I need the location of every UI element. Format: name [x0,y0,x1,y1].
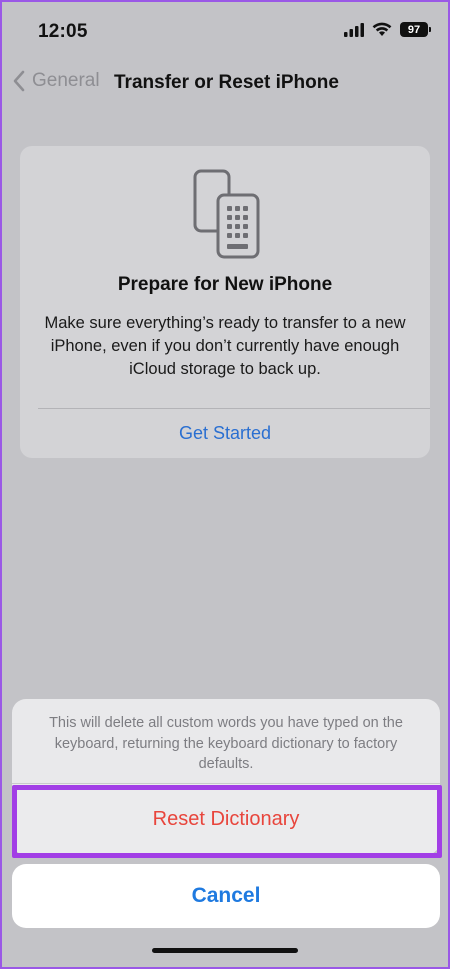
card-divider [38,408,430,409]
prepare-card: Prepare for New iPhone Make sure everyth… [20,146,430,458]
back-label: General [32,70,100,91]
action-sheet: This will delete all custom words you ha… [12,699,440,855]
battery-icon: 97 [400,22,431,37]
navigation-bar: General Transfer or Reset iPhone [2,62,448,106]
back-button[interactable]: General [12,70,100,92]
action-sheet-message: This will delete all custom words you ha… [49,715,403,772]
home-indicator[interactable] [152,948,298,953]
screen: 12:05 97 General Transfer or Reset iPhon… [2,2,448,967]
cancel-button[interactable]: Cancel [12,864,440,928]
phones-transfer-icon [193,169,260,259]
card-title: Prepare for New iPhone [117,274,333,295]
signal-icon [344,22,364,37]
chevron-left-icon [13,70,25,92]
get-started-button[interactable]: Get Started [20,423,430,444]
status-icons: 97 [344,22,431,37]
status-bar: 12:05 97 [2,2,448,62]
wifi-icon [372,22,392,36]
status-time: 12:05 [38,21,88,42]
card-description: Make sure everything’s ready to transfer… [44,314,406,378]
reset-dictionary-button[interactable]: Reset Dictionary [12,784,440,855]
page-title: Transfer or Reset iPhone [114,72,339,93]
